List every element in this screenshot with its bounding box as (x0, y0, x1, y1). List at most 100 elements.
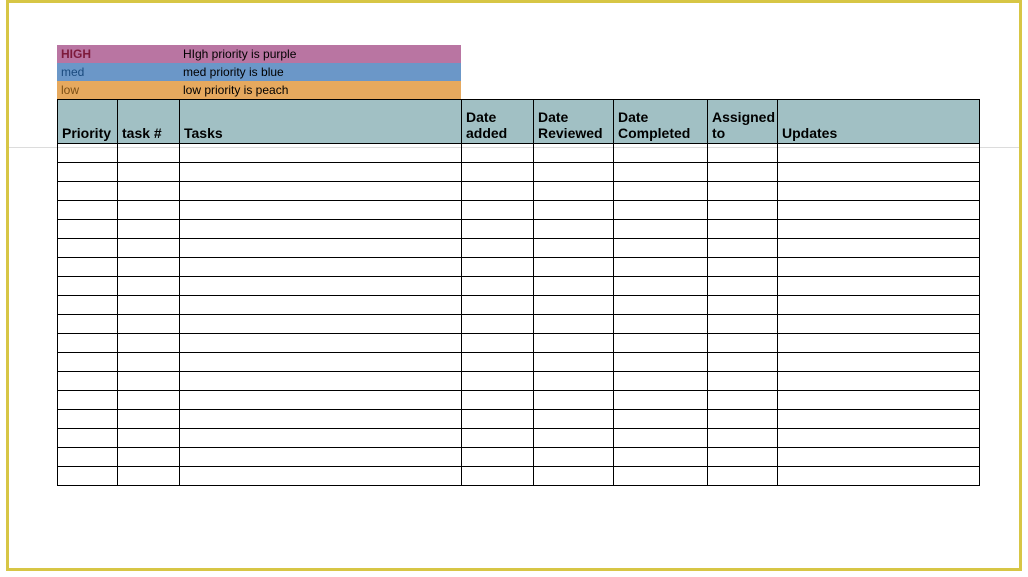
cell-date_completed[interactable] (614, 201, 708, 220)
cell-assigned_to[interactable] (708, 201, 778, 220)
cell-task_num[interactable] (118, 201, 180, 220)
cell-date_reviewed[interactable] (534, 467, 614, 486)
cell-assigned_to[interactable] (708, 277, 778, 296)
cell-date_completed[interactable] (614, 277, 708, 296)
cell-updates[interactable] (778, 239, 980, 258)
cell-date_reviewed[interactable] (534, 182, 614, 201)
cell-date_added[interactable] (462, 258, 534, 277)
cell-tasks[interactable] (180, 277, 462, 296)
cell-tasks[interactable] (180, 258, 462, 277)
cell-updates[interactable] (778, 334, 980, 353)
cell-date_added[interactable] (462, 163, 534, 182)
col-header-tasks[interactable]: Tasks (180, 100, 462, 144)
cell-date_reviewed[interactable] (534, 353, 614, 372)
cell-date_added[interactable] (462, 144, 534, 163)
cell-date_reviewed[interactable] (534, 144, 614, 163)
cell-updates[interactable] (778, 144, 980, 163)
cell-date_added[interactable] (462, 182, 534, 201)
cell-updates[interactable] (778, 372, 980, 391)
cell-updates[interactable] (778, 201, 980, 220)
cell-updates[interactable] (778, 163, 980, 182)
cell-assigned_to[interactable] (708, 410, 778, 429)
cell-date_completed[interactable] (614, 353, 708, 372)
cell-updates[interactable] (778, 353, 980, 372)
col-header-updates[interactable]: Updates (778, 100, 980, 144)
cell-assigned_to[interactable] (708, 372, 778, 391)
cell-date_completed[interactable] (614, 220, 708, 239)
cell-updates[interactable] (778, 296, 980, 315)
cell-priority[interactable] (58, 239, 118, 258)
cell-updates[interactable] (778, 315, 980, 334)
cell-updates[interactable] (778, 277, 980, 296)
cell-updates[interactable] (778, 467, 980, 486)
cell-priority[interactable] (58, 429, 118, 448)
cell-tasks[interactable] (180, 372, 462, 391)
cell-priority[interactable] (58, 448, 118, 467)
col-header-task-num[interactable]: task # (118, 100, 180, 144)
cell-date_added[interactable] (462, 220, 534, 239)
cell-date_completed[interactable] (614, 144, 708, 163)
cell-date_reviewed[interactable] (534, 429, 614, 448)
cell-date_reviewed[interactable] (534, 315, 614, 334)
cell-priority[interactable] (58, 277, 118, 296)
cell-date_reviewed[interactable] (534, 201, 614, 220)
cell-date_added[interactable] (462, 201, 534, 220)
cell-priority[interactable] (58, 163, 118, 182)
cell-priority[interactable] (58, 220, 118, 239)
cell-tasks[interactable] (180, 239, 462, 258)
cell-priority[interactable] (58, 258, 118, 277)
cell-assigned_to[interactable] (708, 467, 778, 486)
cell-assigned_to[interactable] (708, 144, 778, 163)
cell-task_num[interactable] (118, 372, 180, 391)
cell-priority[interactable] (58, 467, 118, 486)
cell-assigned_to[interactable] (708, 448, 778, 467)
cell-tasks[interactable] (180, 201, 462, 220)
cell-date_reviewed[interactable] (534, 372, 614, 391)
cell-task_num[interactable] (118, 315, 180, 334)
cell-assigned_to[interactable] (708, 391, 778, 410)
cell-updates[interactable] (778, 258, 980, 277)
cell-updates[interactable] (778, 220, 980, 239)
cell-priority[interactable] (58, 201, 118, 220)
cell-date_reviewed[interactable] (534, 258, 614, 277)
cell-priority[interactable] (58, 353, 118, 372)
cell-task_num[interactable] (118, 220, 180, 239)
cell-tasks[interactable] (180, 144, 462, 163)
col-header-date-completed[interactable]: Date Completed (614, 100, 708, 144)
cell-priority[interactable] (58, 410, 118, 429)
cell-date_added[interactable] (462, 410, 534, 429)
cell-date_added[interactable] (462, 448, 534, 467)
cell-date_added[interactable] (462, 372, 534, 391)
cell-date_completed[interactable] (614, 429, 708, 448)
cell-assigned_to[interactable] (708, 163, 778, 182)
cell-task_num[interactable] (118, 144, 180, 163)
cell-date_reviewed[interactable] (534, 239, 614, 258)
cell-assigned_to[interactable] (708, 182, 778, 201)
cell-assigned_to[interactable] (708, 239, 778, 258)
cell-tasks[interactable] (180, 391, 462, 410)
cell-date_reviewed[interactable] (534, 448, 614, 467)
cell-date_reviewed[interactable] (534, 296, 614, 315)
cell-date_added[interactable] (462, 277, 534, 296)
cell-tasks[interactable] (180, 334, 462, 353)
cell-date_reviewed[interactable] (534, 163, 614, 182)
cell-updates[interactable] (778, 391, 980, 410)
cell-date_added[interactable] (462, 391, 534, 410)
cell-date_added[interactable] (462, 239, 534, 258)
cell-tasks[interactable] (180, 448, 462, 467)
cell-tasks[interactable] (180, 182, 462, 201)
cell-updates[interactable] (778, 429, 980, 448)
cell-date_completed[interactable] (614, 467, 708, 486)
cell-task_num[interactable] (118, 467, 180, 486)
cell-assigned_to[interactable] (708, 429, 778, 448)
cell-priority[interactable] (58, 315, 118, 334)
cell-task_num[interactable] (118, 334, 180, 353)
cell-task_num[interactable] (118, 239, 180, 258)
cell-date_reviewed[interactable] (534, 277, 614, 296)
cell-assigned_to[interactable] (708, 258, 778, 277)
col-header-assigned-to[interactable]: Assigned to (708, 100, 778, 144)
col-header-date-added[interactable]: Date added (462, 100, 534, 144)
cell-date_added[interactable] (462, 429, 534, 448)
cell-task_num[interactable] (118, 391, 180, 410)
cell-tasks[interactable] (180, 315, 462, 334)
